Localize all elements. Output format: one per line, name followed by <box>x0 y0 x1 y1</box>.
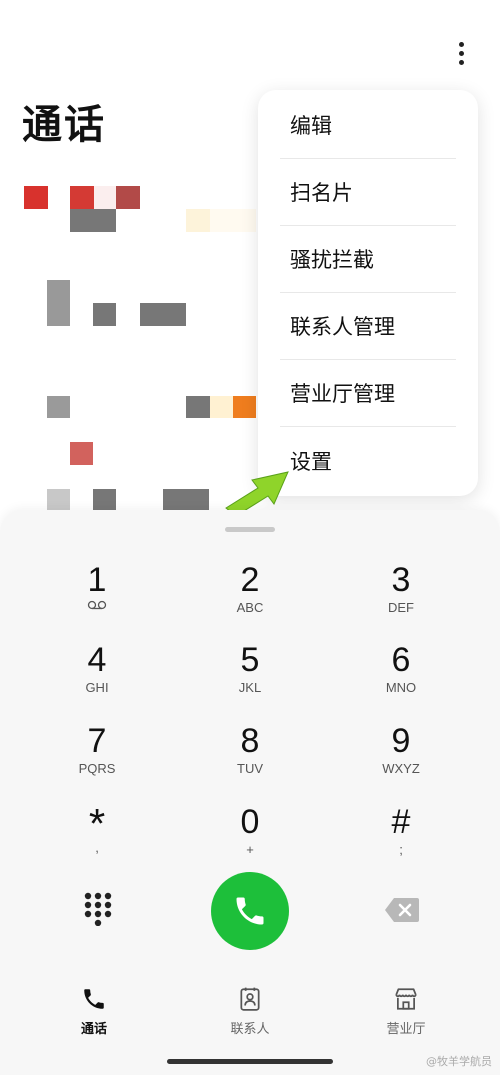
redact-block <box>93 303 116 326</box>
key-4[interactable]: 4 GHI <box>37 640 157 712</box>
voicemail-icon <box>87 600 107 610</box>
key-digit: 3 <box>391 561 411 599</box>
dot <box>458 50 464 56</box>
key-letters: WXYZ <box>382 761 420 776</box>
key-digit: 6 <box>391 641 411 679</box>
key-letters: + <box>246 842 254 857</box>
watermark: @牧羊学航员 <box>426 1055 492 1068</box>
home-indicator[interactable] <box>167 1059 333 1064</box>
overflow-menu: 编辑 扫名片 骚扰拦截 联系人管理 营业厅管理 设置 <box>258 90 478 496</box>
redact-block <box>186 396 210 418</box>
redact-block <box>210 209 256 232</box>
key-digit: 0 <box>240 803 260 841</box>
key-letters: PQRS <box>78 761 116 776</box>
key-digit: 8 <box>240 722 260 760</box>
menu-item-settings[interactable]: 设置 <box>280 427 456 494</box>
redact-block <box>47 396 70 418</box>
menu-item-scan-card[interactable]: 扫名片 <box>280 159 456 226</box>
redact-block <box>233 396 256 418</box>
page-title: 通话 <box>22 102 106 148</box>
menu-item-edit[interactable]: 编辑 <box>280 92 456 159</box>
redact-block <box>210 396 233 418</box>
key-digit: 7 <box>87 722 107 760</box>
key-2[interactable]: 2 ABC <box>190 560 310 632</box>
key-digit: 5 <box>240 641 260 679</box>
key-letters: , <box>95 840 99 855</box>
key-digit: # <box>391 803 411 841</box>
key-star[interactable]: * , <box>37 802 157 874</box>
redact-block <box>47 280 70 326</box>
dialpad-sheet: 1 2 ABC 3 DEF 4 GHI 5 JKL 6 MNO 7 PQRS 8… <box>0 510 500 1075</box>
menu-item-block-harassment[interactable]: 骚扰拦截 <box>280 226 456 293</box>
backspace-icon[interactable] <box>384 897 420 923</box>
nav-label: 营业厅 <box>386 1022 426 1037</box>
menu-item-contact-manage[interactable]: 联系人管理 <box>280 293 456 360</box>
call-button[interactable] <box>211 872 289 950</box>
redact-block <box>70 186 94 209</box>
key-letters: MNO <box>385 680 417 695</box>
key-7[interactable]: 7 PQRS <box>37 721 157 793</box>
redact-block <box>116 186 140 209</box>
key-8[interactable]: 8 TUV <box>190 721 310 793</box>
menu-item-hall-manage[interactable]: 营业厅管理 <box>280 360 456 427</box>
key-0[interactable]: 0 + <box>190 802 310 874</box>
redact-block <box>94 186 116 209</box>
key-digit: 2 <box>240 561 260 599</box>
key-digit: 9 <box>391 722 411 760</box>
key-letters: TUV <box>237 761 263 776</box>
key-9[interactable]: 9 WXYZ <box>341 721 461 793</box>
key-letters: JKL <box>238 680 262 695</box>
redact-block <box>24 186 48 209</box>
redact-block <box>163 489 209 510</box>
key-6[interactable]: 6 MNO <box>341 640 461 712</box>
redact-block <box>70 442 93 465</box>
redact-block <box>93 489 116 510</box>
contacts-icon <box>240 987 260 1011</box>
key-letters: GHI <box>85 680 109 695</box>
nav-item-calls[interactable]: 通话 <box>39 986 149 1037</box>
key-digit: 4 <box>87 641 107 679</box>
key-1[interactable]: 1 <box>37 560 157 632</box>
redact-block <box>70 209 116 232</box>
key-letters: DEF <box>388 600 414 615</box>
dialpad-grid-icon[interactable] <box>80 890 116 926</box>
redact-block <box>47 489 70 510</box>
dot <box>458 41 464 47</box>
pointer-arrow-icon <box>225 471 289 516</box>
nav-label: 通话 <box>80 1022 107 1037</box>
nav-item-service-hall[interactable]: 营业厅 <box>351 986 461 1037</box>
drag-handle[interactable] <box>225 527 275 532</box>
redact-block <box>140 303 186 326</box>
key-hash[interactable]: # ; <box>341 802 461 874</box>
nav-label: 联系人 <box>230 1022 270 1037</box>
more-options-button[interactable] <box>446 38 476 68</box>
nav-item-contacts[interactable]: 联系人 <box>195 986 305 1037</box>
key-3[interactable]: 3 DEF <box>341 560 461 632</box>
key-letters: ABC <box>236 600 264 615</box>
key-5[interactable]: 5 JKL <box>190 640 310 712</box>
phone-icon <box>84 989 104 1009</box>
phone-icon <box>236 897 264 925</box>
key-letters: ; <box>399 842 403 857</box>
redact-block <box>186 209 210 232</box>
key-digit: 1 <box>87 561 107 599</box>
store-icon <box>395 988 417 1010</box>
dot <box>458 59 464 65</box>
